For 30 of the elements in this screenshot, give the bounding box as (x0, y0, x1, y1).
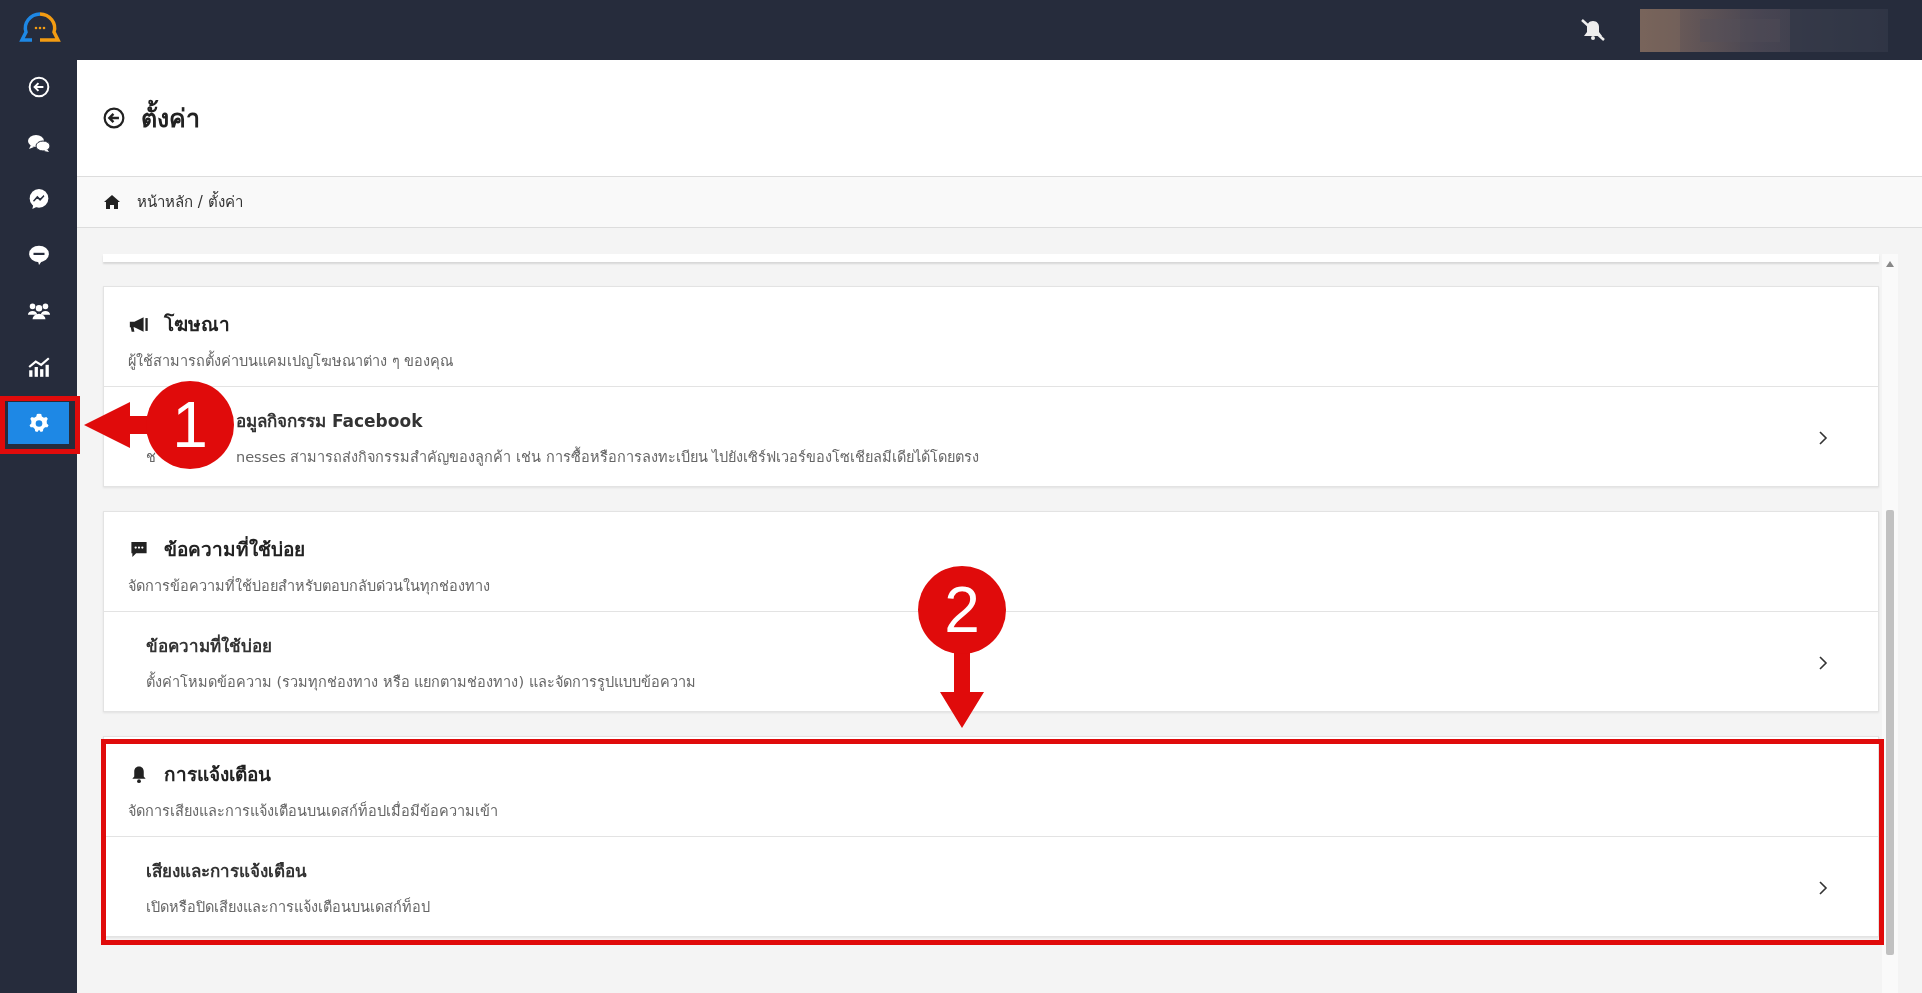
back-icon (26, 76, 51, 98)
row-title[interactable]: ข้อความที่ใช้บ่อย (146, 632, 272, 659)
megaphone-icon (128, 314, 150, 334)
row-description: nesses สามารถส่งกิจกรรมสำคัญของลูกค้า เช่น การซื้อหรือการลงทะเบียน ไปยังเซิร์ฟเวอร์ของโซเชียลมีเดียได้โดยตรง (236, 445, 980, 468)
muted-bell-icon[interactable] (1580, 18, 1606, 42)
home-icon[interactable] (103, 194, 121, 210)
scrollbar-thumb[interactable] (1886, 510, 1894, 955)
card-title: การแจ้งเตือน (164, 762, 271, 787)
chat-bubble-icon (26, 244, 51, 266)
row-description: เปิดหรือปิดเสียงและการแจ้งเตือนบนเดสก์ท็อป (146, 896, 430, 917)
message-icon (128, 539, 150, 559)
page-title: ตั้งค่า (141, 98, 200, 138)
chevron-right-icon[interactable] (1818, 654, 1828, 671)
card-description: ผู้ใช้สามารถตั้งค่าบนแคมเปญโฆษณาต่าง ๆ ของคุณ (128, 349, 1854, 372)
row-title[interactable]: อมูลกิจกรรม Facebook (236, 407, 423, 434)
chat-bubbles-icon (26, 132, 51, 154)
chart-icon (26, 356, 51, 378)
back-icon[interactable] (103, 107, 125, 129)
row-description: ตั้งค่าโหมดข้อความ (รวมทุกช่องทาง หรือ แยกตามช่องทาง) และจัดการรูปแบบข้อความ (146, 670, 696, 693)
row-title[interactable]: เสียงและการแจ้งเตือน (146, 857, 307, 884)
card-description: จัดการเสียงและการแจ้งเตือนบนเดสก์ท็อปเมื่อมีข้อความเข้า (128, 800, 499, 821)
chevron-right-icon[interactable] (1818, 429, 1828, 446)
card-title: ข้อความที่ใช้บ่อย (164, 535, 305, 562)
card-title: โฆษณา (164, 312, 230, 337)
card-description: จัดการข้อความที่ใช้บ่อยสำหรับตอบกลับด่วนในทุกช่องทาง (128, 575, 491, 597)
breadcrumb-path[interactable]: หน้าหลัก / ตั้งค่า (137, 190, 243, 214)
chevron-right-icon[interactable] (1818, 879, 1828, 896)
row-description: ช (146, 448, 156, 467)
scrollbar[interactable] (1882, 254, 1898, 993)
scroll-up-icon[interactable] (1885, 260, 1895, 268)
